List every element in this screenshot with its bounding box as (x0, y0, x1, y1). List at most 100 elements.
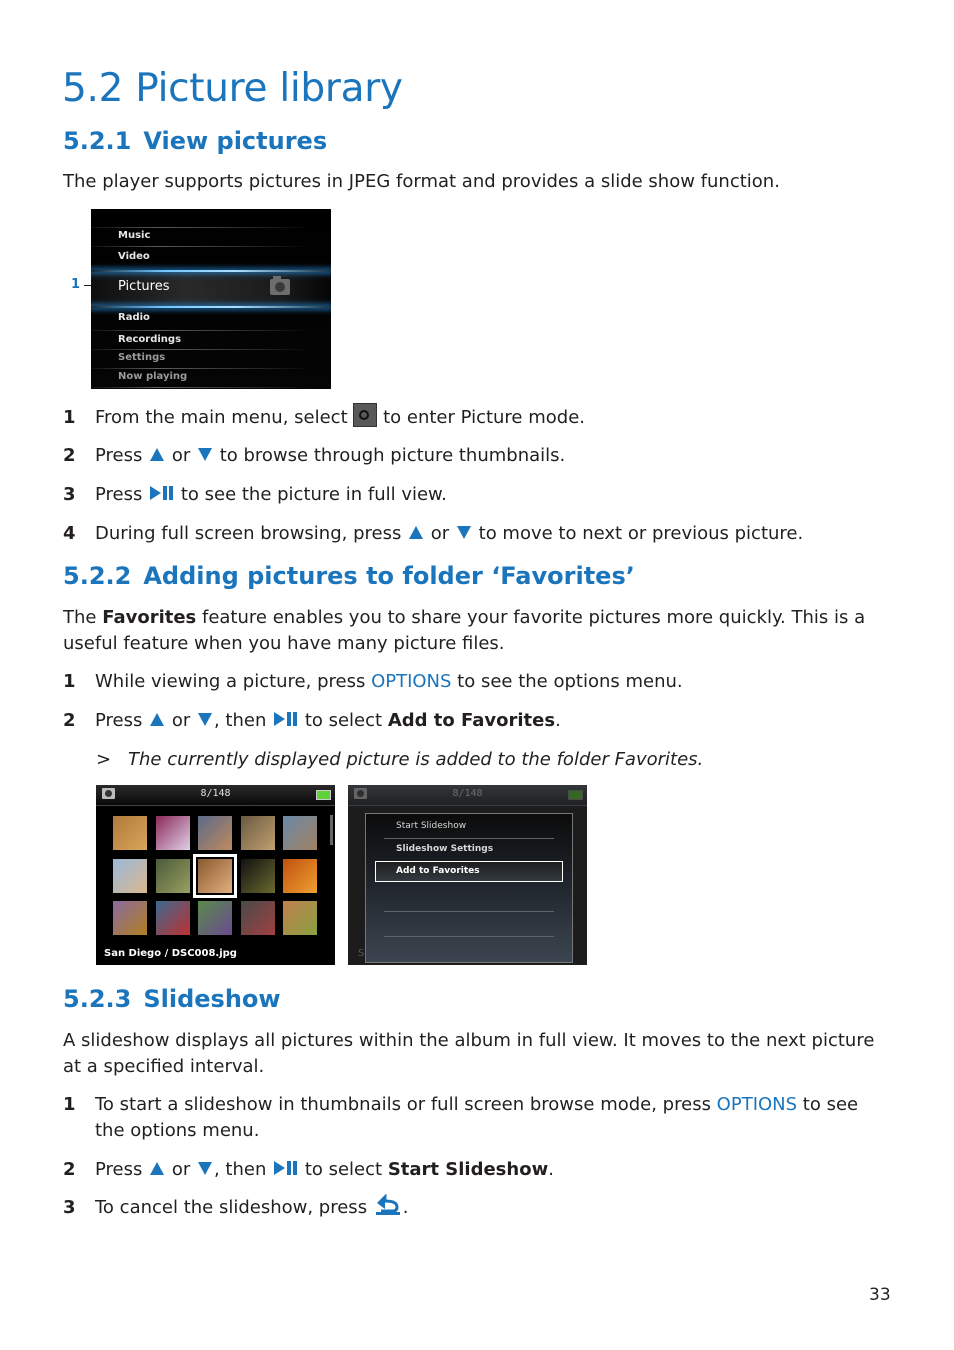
step-text: or (166, 445, 196, 466)
step-number: 1 (63, 407, 76, 428)
step-text: Press (95, 1159, 149, 1180)
text: The (63, 607, 103, 628)
menu-item-recordings: Recordings (118, 334, 182, 345)
highlight-glow (91, 270, 331, 272)
thumbnail (155, 858, 190, 893)
down-arrow-icon (456, 525, 471, 539)
thumbnail (283, 858, 317, 893)
status-bar: 8/148 (96, 785, 335, 806)
step-text: to move to next or previous picture. (472, 523, 804, 544)
step-text: . (402, 1197, 409, 1218)
result-text: The currently displayed picture is added… (128, 749, 704, 770)
step-number: 1 (63, 1094, 76, 1115)
step-number: 2 (63, 1159, 76, 1180)
main-menu-screenshot: Music Video Pictures Radio Recordings Se… (91, 209, 331, 389)
step-text: . (555, 710, 561, 731)
callout-number: 1 (71, 277, 81, 292)
thumbnail (113, 858, 147, 893)
section-number: 5.2.2 (63, 562, 132, 590)
thumbnail-selected (193, 853, 237, 898)
thumbnail (198, 901, 232, 935)
up-arrow-icon (150, 1161, 165, 1175)
thumbnail (240, 858, 275, 893)
thumbnail (155, 901, 190, 935)
thumbnail (113, 816, 147, 850)
step-text: . (548, 1159, 554, 1180)
options-panel: Start Slideshow Slideshow Settings Add t… (365, 813, 573, 963)
intro-paragraph: The player supports pictures in JPEG for… (63, 171, 780, 192)
down-arrow-icon (197, 712, 212, 726)
page-title: 5.2 Picture library (62, 66, 403, 111)
up-arrow-icon (150, 447, 165, 461)
step-text: , then (213, 1159, 273, 1180)
scrollbar (330, 815, 333, 845)
thumbnail (113, 901, 147, 935)
step-text: to see the options menu. (451, 671, 683, 692)
option-start-slideshow: Start Slideshow (396, 821, 467, 831)
step-text: From the main menu, select (95, 407, 354, 428)
play-pause-icon (274, 712, 298, 726)
status-bar: 8/148 (348, 785, 587, 806)
section-number: 5.2.3 (63, 985, 132, 1013)
thumbnail (240, 901, 275, 935)
down-arrow-icon (197, 1161, 212, 1175)
picture-counter: 8/148 (452, 788, 483, 799)
menu-divider (91, 387, 311, 388)
step-text: or (425, 523, 455, 544)
menu-divider (91, 330, 311, 331)
step-text: Press (95, 445, 149, 466)
menu-item-pictures: Pictures (118, 279, 170, 294)
thumbnail (283, 816, 317, 850)
battery-icon (568, 790, 583, 800)
step-text: or (166, 1159, 196, 1180)
option-slideshow-settings: Slideshow Settings (396, 844, 494, 854)
option-divider (384, 936, 554, 937)
menu-item-radio: Radio (118, 312, 150, 323)
thumbnail (198, 816, 232, 850)
option-divider (384, 911, 554, 912)
section-title: Adding pictures to folder ‘Favorites’ (143, 562, 635, 590)
bold-term: Favorites (102, 607, 197, 628)
menu-divider (91, 349, 311, 350)
camera-icon (270, 276, 290, 295)
play-pause-icon (274, 1161, 298, 1175)
options-menu-screenshot: 8/148 San Diego / DSC008.jpg Start Slide… (348, 785, 587, 965)
thumbnail (155, 816, 190, 850)
step-number: 2 (63, 445, 76, 466)
down-arrow-icon (197, 447, 212, 461)
step-text: Press (95, 484, 149, 505)
section-number: 5.2.1 (63, 127, 132, 155)
intro-paragraph: The Favorites feature enables you to sha… (63, 605, 883, 657)
highlight-glow (91, 306, 331, 308)
step-text: Press (95, 710, 149, 731)
menu-item-music: Music (118, 230, 151, 241)
picture-counter: 8/148 (200, 788, 231, 799)
thumbnail-browse-screenshot: 8/148 San Diego / DSC008.jpg (96, 785, 335, 965)
options-key-label: OPTIONS (371, 671, 452, 692)
menu-divider (91, 227, 311, 228)
back-icon (375, 1194, 400, 1215)
step-number: 3 (63, 1197, 76, 1218)
step-text: or (166, 710, 196, 731)
step-text: to see the picture in full view. (175, 484, 447, 505)
section-heading-view-pictures: 5.2.1 View pictures (63, 127, 327, 155)
section-title: View pictures (143, 127, 328, 155)
menu-item-now-playing: Now playing (118, 371, 188, 382)
menu-divider (91, 246, 311, 247)
step-text: During full screen browsing, press (95, 523, 408, 544)
intro-paragraph: A slideshow displays all pictures within… (63, 1030, 875, 1077)
step-text: While viewing a picture, press (95, 671, 372, 692)
camera-icon (353, 403, 378, 427)
section-heading-favorites: 5.2.2 Adding pictures to folder ‘Favorite… (63, 562, 635, 590)
section-heading-slideshow: 5.2.3 Slideshow (63, 985, 281, 1013)
up-arrow-icon (150, 712, 165, 726)
step-text: to enter Picture mode. (377, 407, 586, 428)
thumbnail (283, 901, 317, 935)
step-text: To cancel the slideshow, press (95, 1197, 373, 1218)
step-text: to select (299, 1159, 388, 1180)
option-add-to-favorites: Add to Favorites (396, 866, 480, 876)
section-title: Slideshow (143, 985, 281, 1013)
step-text: to browse through picture thumbnails. (213, 445, 566, 466)
menu-divider (91, 368, 311, 369)
file-caption: San Diego / DSC008.jpg (104, 948, 237, 959)
